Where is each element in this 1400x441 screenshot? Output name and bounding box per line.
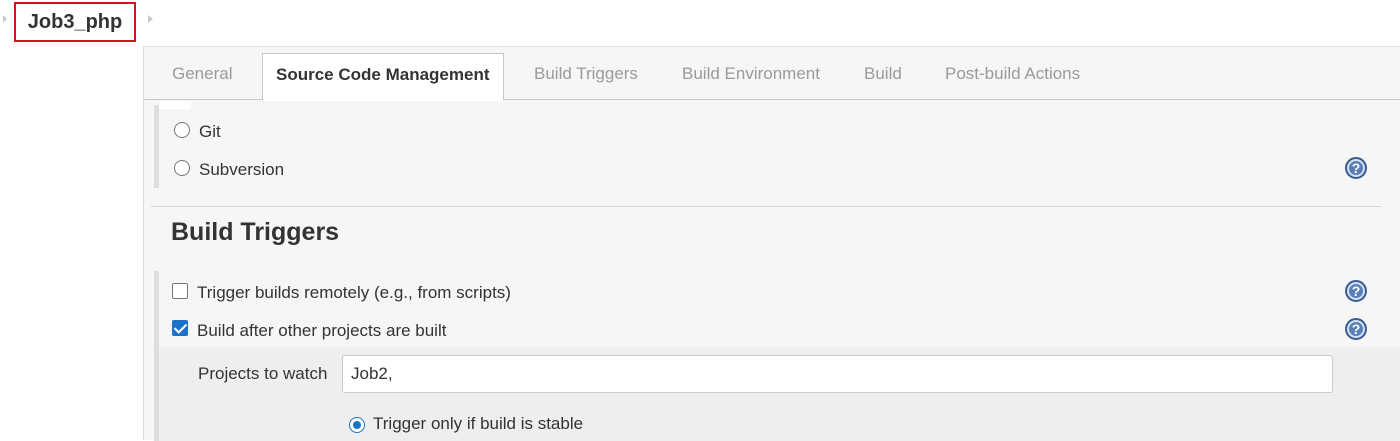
trigger-only-if-stable-label[interactable]: Trigger only if build is stable — [373, 414, 583, 434]
scm-subversion-label[interactable]: Subversion — [199, 160, 284, 180]
chevron-right-icon[interactable] — [148, 15, 153, 23]
scm-git-radio[interactable] — [174, 122, 190, 138]
tab-build-environment[interactable]: Build Environment — [682, 64, 820, 84]
tab-connector — [159, 101, 191, 109]
help-icon[interactable]: ? — [1345, 157, 1367, 179]
trigger-remotely-label[interactable]: Trigger builds remotely (e.g., from scri… — [197, 283, 511, 303]
chevron-right-icon — [3, 15, 7, 23]
section-divider — [151, 206, 1381, 207]
tab-post-build-actions[interactable]: Post-build Actions — [945, 64, 1080, 84]
tab-source-code-management[interactable]: Source Code Management — [262, 53, 504, 101]
breadcrumb: Job3_php — [0, 0, 1400, 46]
trigger-remotely-checkbox[interactable] — [172, 283, 188, 299]
tab-general[interactable]: General — [172, 64, 232, 84]
projects-to-watch-input[interactable] — [342, 355, 1333, 393]
breadcrumb-job-name[interactable]: Job3_php — [14, 2, 136, 42]
scm-section-border — [154, 105, 159, 188]
job-config-panel: General Source Code Management Build Tri… — [143, 46, 1400, 441]
tab-build[interactable]: Build — [864, 64, 902, 84]
tab-build-triggers[interactable]: Build Triggers — [534, 64, 638, 84]
scm-git-label[interactable]: Git — [199, 122, 221, 142]
config-tabbar: General Source Code Management Build Tri… — [144, 47, 1400, 101]
left-gutter — [0, 46, 143, 440]
build-after-other-projects-checkbox[interactable] — [172, 320, 188, 336]
help-icon[interactable]: ? — [1345, 280, 1367, 302]
help-icon[interactable]: ? — [1345, 318, 1367, 340]
projects-to-watch-label: Projects to watch — [198, 364, 328, 383]
build-after-other-projects-label[interactable]: Build after other projects are built — [197, 321, 446, 341]
scm-subversion-radio[interactable] — [174, 160, 190, 176]
build-triggers-heading: Build Triggers — [171, 218, 340, 246]
trigger-only-if-stable-radio[interactable] — [349, 417, 365, 433]
